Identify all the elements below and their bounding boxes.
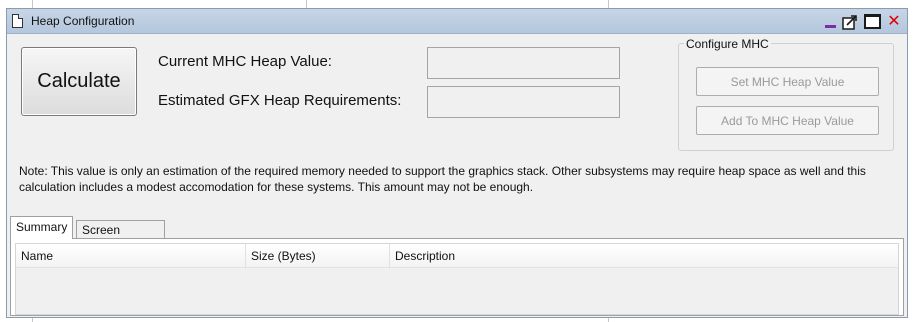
column-header-description[interactable]: Description <box>390 244 900 268</box>
add-to-mhc-heap-value-button[interactable]: Add To MHC Heap Value <box>696 106 879 135</box>
estimated-gfx-heap-field[interactable] <box>427 86 620 118</box>
background-grid-line <box>32 0 33 8</box>
window-controls: ✕ <box>825 13 901 30</box>
background-grid-line <box>306 0 307 8</box>
tab-summary[interactable]: Summary <box>10 216 73 239</box>
configure-mhc-legend: Configure MHC <box>684 37 771 51</box>
heap-configuration-window: Heap Configuration ✕ Calculate Current M… <box>6 8 908 318</box>
minimize-icon[interactable] <box>825 13 836 30</box>
estimated-gfx-heap-label: Estimated GFX Heap Requirements: <box>158 92 402 109</box>
summary-table: Name Size (Bytes) Description <box>15 243 899 315</box>
current-mhc-heap-field[interactable] <box>427 47 620 79</box>
set-mhc-heap-value-button[interactable]: Set MHC Heap Value <box>696 67 879 96</box>
tab-screen-details[interactable]: Screen Details <box>76 220 165 251</box>
estimation-note: Note: This value is only an estimation o… <box>19 164 866 194</box>
column-header-name[interactable]: Name <box>16 244 246 268</box>
close-icon[interactable]: ✕ <box>887 13 901 30</box>
detach-icon[interactable] <box>842 14 858 30</box>
detach-icon-graphic <box>842 14 857 30</box>
configure-mhc-group: Configure MHC Set MHC Heap Value Add To … <box>678 37 894 151</box>
maximize-icon[interactable] <box>864 14 881 29</box>
title-bar[interactable]: Heap Configuration ✕ <box>7 9 907 34</box>
summary-panel: Name Size (Bytes) Description <box>10 238 904 316</box>
background-grid-line <box>608 318 609 322</box>
table-header: Name Size (Bytes) Description <box>16 244 898 268</box>
background-grid-line <box>608 0 609 8</box>
calculate-button[interactable]: Calculate <box>21 47 137 116</box>
document-icon <box>12 14 23 28</box>
background-grid-line <box>32 318 33 322</box>
column-header-size[interactable]: Size (Bytes) <box>246 244 390 268</box>
current-mhc-heap-label: Current MHC Heap Value: <box>158 53 332 70</box>
window-title: Heap Configuration <box>31 14 135 28</box>
